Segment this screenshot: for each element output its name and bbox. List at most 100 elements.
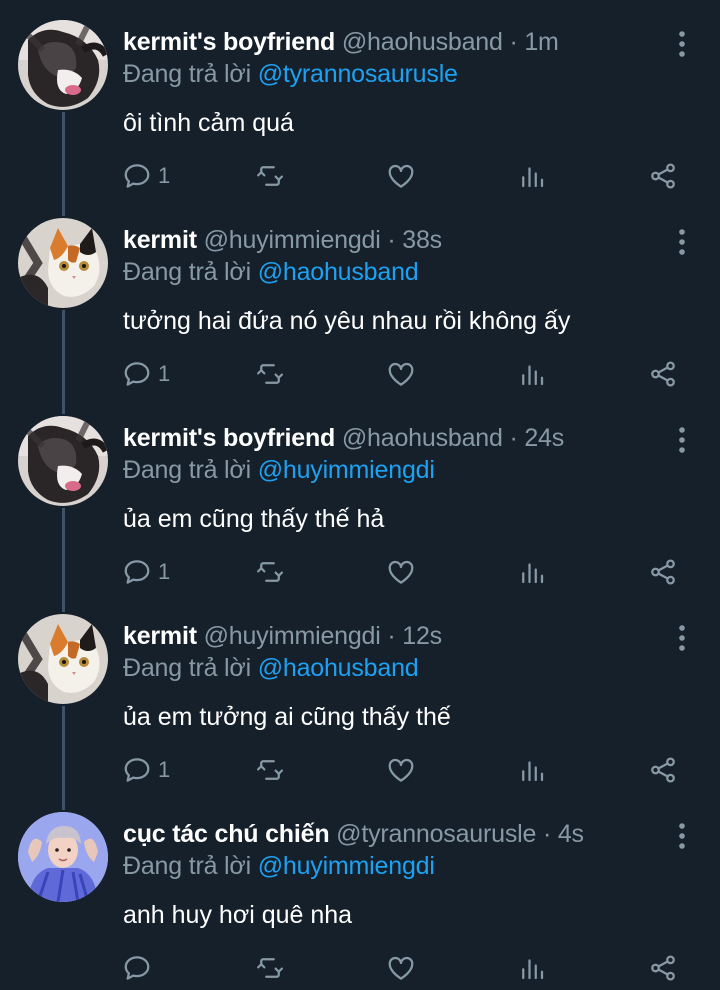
mention-link[interactable]: @huyimmiengdi: [258, 852, 435, 880]
reply-button[interactable]: 1: [122, 554, 170, 590]
more-icon: [670, 822, 694, 850]
mention-link[interactable]: @haohusband: [258, 654, 419, 682]
tweet[interactable]: kermit's boyfriend @haohusband · 1m Đang…: [0, 0, 720, 198]
tweet-header: kermit's boyfriend @haohusband · 1m: [123, 27, 559, 57]
more-icon: [670, 624, 694, 652]
replying-to: Đang trả lời @haohusband: [123, 257, 419, 287]
replying-to-label: Đang trả lời: [123, 60, 251, 88]
user-handle[interactable]: @tyrannosaurusle: [336, 820, 536, 848]
heart-icon: [386, 953, 416, 983]
analytics-button[interactable]: [517, 356, 547, 392]
timestamp[interactable]: 38s: [402, 226, 442, 254]
mention-link[interactable]: @huyimmiengdi: [258, 456, 435, 484]
reply-icon: [122, 161, 152, 191]
share-button[interactable]: [648, 950, 678, 986]
more-options-button[interactable]: [670, 624, 694, 652]
tweet[interactable]: cục tác chú chiến @tyrannosaurusle · 4s …: [0, 792, 720, 990]
like-button[interactable]: [386, 950, 416, 986]
display-name[interactable]: kermit: [123, 622, 197, 650]
more-icon: [670, 30, 694, 58]
display-name[interactable]: kermit: [123, 226, 197, 254]
user-handle[interactable]: @huyimmiengdi: [204, 622, 381, 650]
avatar[interactable]: [18, 614, 108, 704]
like-button[interactable]: [386, 356, 416, 392]
reply-button[interactable]: 1: [122, 752, 170, 788]
share-button[interactable]: [648, 554, 678, 590]
avatar[interactable]: [18, 20, 108, 110]
display-name[interactable]: kermit's boyfriend: [123, 28, 335, 56]
user-handle[interactable]: @haohusband: [342, 424, 503, 452]
avatar[interactable]: [18, 812, 108, 902]
timestamp[interactable]: 4s: [558, 820, 584, 848]
analytics-button[interactable]: [517, 752, 547, 788]
like-button[interactable]: [386, 158, 416, 194]
analytics-button[interactable]: [517, 950, 547, 986]
timestamp[interactable]: 24s: [524, 424, 564, 452]
heart-icon: [386, 755, 416, 785]
replying-to-label: Đang trả lời: [123, 456, 251, 484]
tweet-text: ủa em tưởng ai cũng thấy thế: [123, 703, 451, 731]
avatar[interactable]: [18, 218, 108, 308]
user-handle[interactable]: @haohusband: [342, 28, 503, 56]
more-options-button[interactable]: [670, 228, 694, 256]
analytics-icon: [517, 161, 547, 191]
tweet-actions: 1: [0, 356, 720, 392]
retweet-icon: [255, 953, 285, 983]
retweet-button[interactable]: [255, 158, 285, 194]
reply-button[interactable]: [122, 950, 158, 986]
separator: ·: [387, 622, 396, 650]
reply-icon: [122, 557, 152, 587]
like-button[interactable]: [386, 554, 416, 590]
reply-count: 1: [158, 163, 171, 188]
tweet[interactable]: kermit @huyimmiengdi · 12s Đang trả lời …: [0, 594, 720, 792]
tweet-header: cục tác chú chiến @tyrannosaurusle · 4s: [123, 819, 584, 849]
retweet-icon: [255, 161, 285, 191]
retweet-icon: [255, 359, 285, 389]
replying-to-label: Đang trả lời: [123, 654, 251, 682]
reply-count: 1: [158, 757, 171, 782]
share-icon: [648, 755, 678, 785]
share-icon: [648, 953, 678, 983]
avatar[interactable]: [18, 416, 108, 506]
separator: ·: [542, 820, 552, 848]
reply-button[interactable]: 1: [122, 158, 170, 194]
share-icon: [648, 359, 678, 389]
share-button[interactable]: [648, 158, 678, 194]
mention-link[interactable]: @tyrannosaurusle: [258, 60, 458, 88]
timestamp[interactable]: 1m: [524, 28, 559, 56]
more-icon: [670, 426, 694, 454]
reply-icon: [122, 359, 152, 389]
tweet-actions: [0, 950, 720, 986]
reply-icon: [122, 755, 152, 785]
mention-link[interactable]: @haohusband: [258, 258, 419, 286]
reply-count: 1: [158, 559, 171, 584]
tweet-actions: 1: [0, 554, 720, 590]
separator: ·: [509, 28, 518, 56]
analytics-button[interactable]: [517, 554, 547, 590]
tweet-text: ôi tình cảm quá: [123, 109, 294, 137]
more-options-button[interactable]: [670, 822, 694, 850]
retweet-button[interactable]: [255, 752, 285, 788]
analytics-button[interactable]: [517, 158, 547, 194]
tweet[interactable]: kermit's boyfriend @haohusband · 24s Đan…: [0, 396, 720, 594]
share-button[interactable]: [648, 356, 678, 392]
more-icon: [670, 228, 694, 256]
like-button[interactable]: [386, 752, 416, 788]
tweet-header: kermit @huyimmiengdi · 38s: [123, 225, 442, 255]
more-options-button[interactable]: [670, 426, 694, 454]
display-name[interactable]: cục tác chú chiến: [123, 820, 330, 848]
display-name[interactable]: kermit's boyfriend: [123, 424, 335, 452]
retweet-button[interactable]: [255, 554, 285, 590]
reply-thread: kermit's boyfriend @haohusband · 1m Đang…: [0, 0, 720, 988]
user-handle[interactable]: @huyimmiengdi: [204, 226, 381, 254]
share-button[interactable]: [648, 752, 678, 788]
separator: ·: [509, 424, 518, 452]
reply-button[interactable]: 1: [122, 356, 170, 392]
tweet-header: kermit's boyfriend @haohusband · 24s: [123, 423, 564, 453]
more-options-button[interactable]: [670, 30, 694, 58]
retweet-button[interactable]: [255, 356, 285, 392]
retweet-button[interactable]: [255, 950, 285, 986]
tweet[interactable]: kermit @huyimmiengdi · 38s Đang trả lời …: [0, 198, 720, 396]
retweet-icon: [255, 755, 285, 785]
timestamp[interactable]: 12s: [402, 622, 442, 650]
